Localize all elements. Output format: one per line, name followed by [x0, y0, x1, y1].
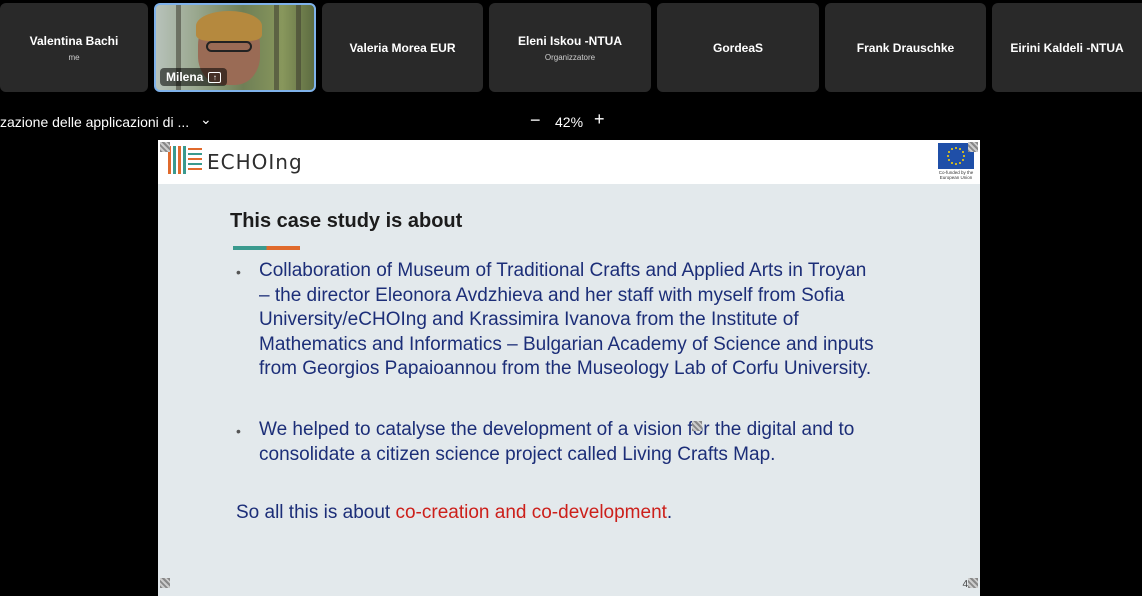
conclusion-end: .	[666, 502, 673, 523]
conclusion-text: So all this is about	[236, 502, 396, 523]
zoom-in-button[interactable]: +	[594, 109, 605, 130]
video-background	[296, 5, 301, 90]
participant-tile-frank-drauschke[interactable]: Frank Drauschke	[825, 3, 986, 92]
participant-tile-eleni-iskou[interactable]: Eleni Iskou -NTUA Organizzatore	[489, 3, 651, 92]
bullet-line: Collaboration of Museum of Traditional C…	[259, 260, 867, 281]
slide-conclusion: So all this is about co-creation and co-…	[236, 502, 672, 524]
participant-name: GordeaS	[712, 40, 763, 55]
zoom-level: 42%	[555, 114, 584, 130]
participant-nametag: Milena ↑	[160, 68, 228, 86]
conclusion-highlight: co-creation and co-development	[395, 502, 667, 523]
echoing-logo-text: ECHOIng	[207, 150, 303, 174]
participant-name: Valentina Bachi	[29, 33, 119, 48]
participant-tile-gordeas[interactable]: GordeaS	[657, 3, 819, 92]
echoing-logo-icon	[168, 146, 202, 174]
participant-tile-milena[interactable]: Milena ↑	[154, 3, 316, 92]
participant-strip: Valentina Bachi me Milena ↑ Valeria More…	[0, 0, 1142, 96]
screen-share-icon: ↑	[208, 71, 222, 83]
chevron-down-icon[interactable]: ⌄	[200, 111, 212, 128]
bullet-line: – the director Eleonora Avdzhieva and he…	[259, 284, 845, 306]
bullet-line: We helped to catalyse the development of…	[259, 419, 855, 440]
slide-handle[interactable]	[968, 578, 978, 588]
participant-tile-eirini-kaldeli[interactable]: Eirini Kaldeli -NTUA	[992, 3, 1142, 92]
slide-header: ECHOIng Co-funded by the European Union	[158, 140, 980, 184]
bullet-line: Mathematics and Informatics – Bulgarian …	[259, 333, 874, 355]
video-person-hair	[196, 11, 262, 41]
bullet-line: consolidate a citizen science project ca…	[259, 443, 776, 465]
bullet-icon: •	[236, 423, 241, 439]
participant-name: Milena	[166, 70, 204, 84]
slide-handle[interactable]	[692, 421, 702, 431]
slide-title: This case study is about	[230, 210, 463, 232]
video-background	[274, 5, 279, 90]
bullet-text: We helped to catalyse the development of…	[259, 418, 949, 467]
slide-handle[interactable]	[968, 142, 978, 152]
bullet-icon: •	[236, 264, 241, 280]
shared-slide: ECHOIng Co-funded by the European Union …	[158, 140, 980, 596]
slide-handle[interactable]	[160, 578, 170, 588]
video-person-glasses	[206, 41, 252, 52]
participant-name: Eirini Kaldeli -NTUA	[1010, 40, 1124, 55]
presentation-toolbar: zazione delle applicazioni di ... ⌄ − 42…	[0, 108, 1142, 136]
participant-name: Eleni Iskou -NTUA	[517, 33, 622, 48]
participant-tile-valeria-morea[interactable]: Valeria Morea EUR	[322, 3, 483, 92]
participant-role: Organizzatore	[544, 52, 596, 62]
bullet-line: University/eCHOIng and Krassimira Ivanov…	[259, 309, 799, 330]
slide-handle[interactable]	[160, 142, 170, 152]
participant-name: Frank Drauschke	[856, 40, 955, 55]
participant-tile-valentina-bachi[interactable]: Valentina Bachi me	[0, 3, 148, 92]
presentation-title[interactable]: zazione delle applicazioni di ...	[0, 114, 189, 130]
bullet-text: Collaboration of Museum of Traditional C…	[259, 259, 949, 382]
eu-caption: Co-funded by the European Union	[938, 170, 974, 180]
participant-name: Valeria Morea EUR	[349, 40, 456, 55]
zoom-out-button[interactable]: −	[530, 110, 541, 131]
title-underline	[233, 246, 300, 250]
bullet-line: from Georgios Papaioannou from the Museo…	[259, 358, 872, 379]
participant-role: me	[68, 52, 80, 62]
